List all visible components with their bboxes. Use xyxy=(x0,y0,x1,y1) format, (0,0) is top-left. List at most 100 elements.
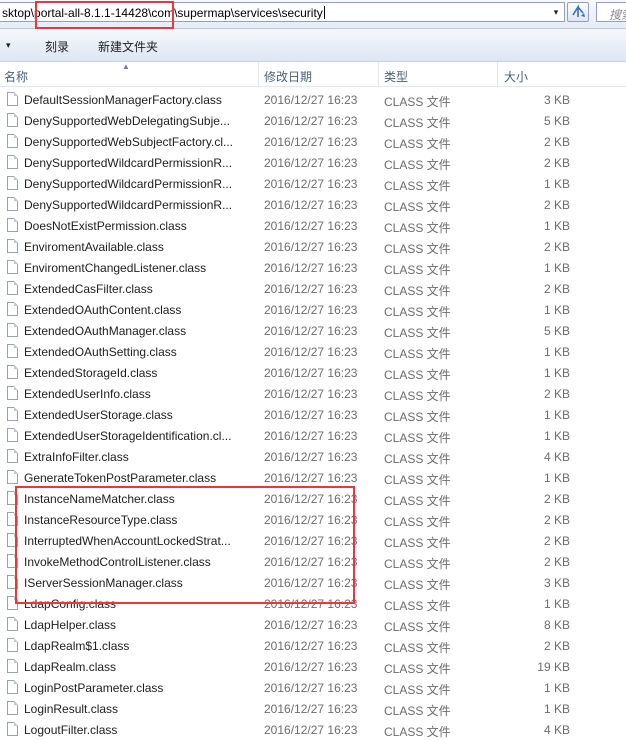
file-row[interactable]: DenySupportedWildcardPermissionR... 2016… xyxy=(0,152,626,173)
file-row[interactable]: DefaultSessionManagerFactory.class 2016/… xyxy=(0,89,626,110)
file-type: CLASS 文件 xyxy=(384,389,451,403)
burn-button[interactable]: 刻录 xyxy=(45,38,69,55)
text-caret xyxy=(323,6,325,19)
file-row[interactable]: DenySupportedWebSubjectFactory.cl... 201… xyxy=(0,131,626,152)
file-row[interactable]: ExtendedOAuthSetting.class 2016/12/27 16… xyxy=(0,341,626,362)
file-row[interactable]: LdapConfig.class 2016/12/27 16:23 CLASS … xyxy=(0,593,626,614)
file-modified: 2016/12/27 16:23 xyxy=(264,681,358,695)
file-row[interactable]: InstanceNameMatcher.class 2016/12/27 16:… xyxy=(0,488,626,509)
file-row[interactable]: LdapRealm.class 2016/12/27 16:23 CLASS 文… xyxy=(0,656,626,677)
file-row[interactable]: InterruptedWhenAccountLockedStrat... 201… xyxy=(0,530,626,551)
file-row[interactable]: ExtendedOAuthContent.class 2016/12/27 16… xyxy=(0,299,626,320)
file-row[interactable]: ExtendedUserInfo.class 2016/12/27 16:23 … xyxy=(0,383,626,404)
file-row[interactable]: ExtendedUserStorage.class 2016/12/27 16:… xyxy=(0,404,626,425)
file-size: 1 KB xyxy=(543,429,570,443)
file-name: LogoutFilter.class xyxy=(24,723,118,737)
file-type: CLASS 文件 xyxy=(384,137,451,151)
file-modified: 2016/12/27 16:23 xyxy=(264,198,358,212)
file-name: DoesNotExistPermission.class xyxy=(24,219,187,233)
file-row[interactable]: ExtendedCasFilter.class 2016/12/27 16:23… xyxy=(0,278,626,299)
file-row[interactable]: ExtendedUserStorageIdentification.cl... … xyxy=(0,425,626,446)
file-row[interactable]: DenySupportedWebDelegatingSubje... 2016/… xyxy=(0,110,626,131)
file-row[interactable]: ExtraInfoFilter.class 2016/12/27 16:23 C… xyxy=(0,446,626,467)
file-row[interactable]: EnviromentChangedListener.class 2016/12/… xyxy=(0,257,626,278)
file-size: 1 KB xyxy=(543,471,570,485)
file-modified: 2016/12/27 16:23 xyxy=(264,471,358,485)
file-size: 4 KB xyxy=(543,450,570,464)
file-name: IServerSessionManager.class xyxy=(24,576,183,590)
file-modified: 2016/12/27 16:23 xyxy=(264,492,358,506)
class-file-icon xyxy=(7,428,18,442)
file-type: CLASS 文件 xyxy=(384,641,451,655)
file-modified: 2016/12/27 16:23 xyxy=(264,261,358,275)
file-name: EnviromentAvailable.class xyxy=(24,240,164,254)
file-type: CLASS 文件 xyxy=(384,347,451,361)
column-header-size[interactable]: 大小 xyxy=(504,68,528,85)
address-input[interactable]: sktop\portal-all-8.1.1-14428\com\superma… xyxy=(0,2,565,22)
file-row[interactable]: InstanceResourceType.class 2016/12/27 16… xyxy=(0,509,626,530)
file-row[interactable]: DenySupportedWildcardPermissionR... 2016… xyxy=(0,194,626,215)
file-modified: 2016/12/27 16:23 xyxy=(264,282,358,296)
file-row[interactable]: GenerateTokenPostParameter.class 2016/12… xyxy=(0,467,626,488)
search-input[interactable]: 搜索 xyxy=(596,2,626,22)
organize-dropdown-icon[interactable]: ▾ xyxy=(6,40,11,51)
file-type: CLASS 文件 xyxy=(384,95,451,109)
new-folder-button[interactable]: 新建文件夹 xyxy=(98,38,158,55)
file-type: CLASS 文件 xyxy=(384,431,451,445)
address-path: sktop\portal-all-8.1.1-14428\com\superma… xyxy=(2,6,325,20)
file-modified: 2016/12/27 16:23 xyxy=(264,345,358,359)
refresh-icon xyxy=(572,4,585,17)
file-type: CLASS 文件 xyxy=(384,557,451,571)
file-type: CLASS 文件 xyxy=(384,578,451,592)
address-dropdown-icon[interactable]: ▾ xyxy=(549,4,563,20)
column-header-name[interactable]: 名称 xyxy=(4,68,28,85)
file-size: 5 KB xyxy=(543,324,570,338)
file-size: 19 KB xyxy=(537,660,570,674)
file-size: 1 KB xyxy=(543,702,570,716)
file-row[interactable]: InvokeMethodControlListener.class 2016/1… xyxy=(0,551,626,572)
file-type: CLASS 文件 xyxy=(384,368,451,382)
column-header-type[interactable]: 类型 xyxy=(384,68,408,85)
file-row[interactable]: LogoutFilter.class 2016/12/27 16:23 CLAS… xyxy=(0,719,626,740)
file-name: DenySupportedWildcardPermissionR... xyxy=(24,198,233,212)
file-name: InterruptedWhenAccountLockedStrat... xyxy=(24,534,231,548)
file-row[interactable]: LdapRealm$1.class 2016/12/27 16:23 CLASS… xyxy=(0,635,626,656)
file-name: LdapRealm$1.class xyxy=(24,639,130,653)
file-size: 2 KB xyxy=(543,513,570,527)
refresh-button[interactable] xyxy=(567,2,589,22)
file-size: 3 KB xyxy=(543,93,570,107)
file-size: 4 KB xyxy=(543,723,570,737)
file-name: ExtendedUserInfo.class xyxy=(24,387,151,401)
file-name: LdapHelper.class xyxy=(24,618,117,632)
file-name: LdapConfig.class xyxy=(24,597,117,611)
file-row[interactable]: DoesNotExistPermission.class 2016/12/27 … xyxy=(0,215,626,236)
file-row[interactable]: LoginResult.class 2016/12/27 16:23 CLASS… xyxy=(0,698,626,719)
file-row[interactable]: ExtendedOAuthManager.class 2016/12/27 16… xyxy=(0,320,626,341)
file-row[interactable]: IServerSessionManager.class 2016/12/27 1… xyxy=(0,572,626,593)
class-file-icon xyxy=(7,260,18,274)
file-modified: 2016/12/27 16:23 xyxy=(264,177,358,191)
file-modified: 2016/12/27 16:23 xyxy=(264,639,358,653)
file-modified: 2016/12/27 16:23 xyxy=(264,366,358,380)
file-name: ExtendedOAuthManager.class xyxy=(24,324,187,338)
file-modified: 2016/12/27 16:23 xyxy=(264,513,358,527)
column-header-modified[interactable]: 修改日期 xyxy=(264,68,312,85)
column-divider[interactable] xyxy=(497,62,498,86)
file-type: CLASS 文件 xyxy=(384,515,451,529)
file-size: 2 KB xyxy=(543,240,570,254)
file-row[interactable]: LdapHelper.class 2016/12/27 16:23 CLASS … xyxy=(0,614,626,635)
file-modified: 2016/12/27 16:23 xyxy=(264,240,358,254)
class-file-icon xyxy=(7,386,18,400)
column-divider[interactable] xyxy=(258,62,259,86)
file-name: InvokeMethodControlListener.class xyxy=(24,555,211,569)
file-type: CLASS 文件 xyxy=(384,158,451,172)
file-row[interactable]: ExtendedStorageId.class 2016/12/27 16:23… xyxy=(0,362,626,383)
file-type: CLASS 文件 xyxy=(384,536,451,550)
column-divider[interactable] xyxy=(378,62,379,86)
file-row[interactable]: EnviromentAvailable.class 2016/12/27 16:… xyxy=(0,236,626,257)
file-type: CLASS 文件 xyxy=(384,410,451,424)
file-modified: 2016/12/27 16:23 xyxy=(264,555,358,569)
class-file-icon xyxy=(7,344,18,358)
file-row[interactable]: DenySupportedWildcardPermissionR... 2016… xyxy=(0,173,626,194)
file-row[interactable]: LoginPostParameter.class 2016/12/27 16:2… xyxy=(0,677,626,698)
